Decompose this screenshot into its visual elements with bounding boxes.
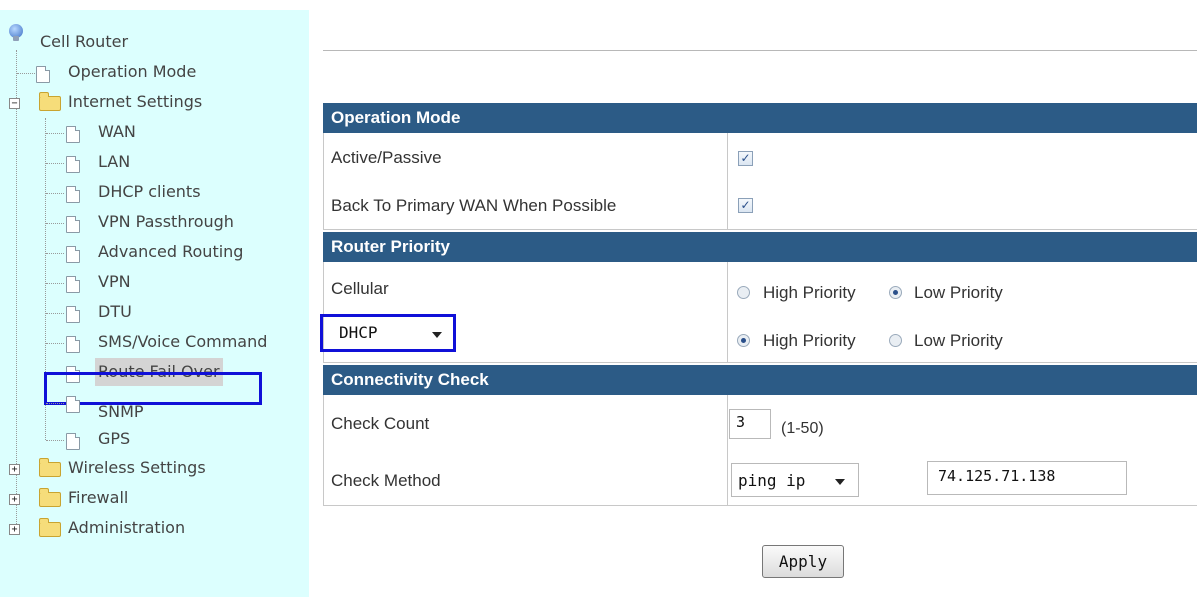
dhcp-high-priority-label: High Priority <box>763 331 856 350</box>
chevron-down-icon <box>835 479 845 485</box>
tree-item-label: Administration <box>68 518 186 537</box>
tree-item-label: Operation Mode <box>68 62 197 81</box>
check-ip-input[interactable]: 74.125.71.138 <box>927 461 1127 495</box>
tree-item-advanced-routing[interactable]: Advanced Routing <box>98 238 243 266</box>
cellular-high-priority-label: High Priority <box>763 283 856 302</box>
page-icon <box>66 396 80 413</box>
row-check-method: Check Method ping ip 74.125.71.138 <box>323 451 1197 506</box>
tree-item-snmp[interactable]: SNMP <box>98 398 144 426</box>
page-icon <box>66 276 80 293</box>
cellular-label: Cellular <box>331 279 389 298</box>
tree-item-label: DTU <box>98 302 132 321</box>
dhcp-low-priority-label: Low Priority <box>914 331 1003 350</box>
tree-item-vpn[interactable]: VPN <box>98 268 131 296</box>
check-count-range: (1-50) <box>781 420 824 437</box>
expand-icon[interactable]: + <box>9 464 20 475</box>
tree-item-label: Firewall <box>68 488 129 507</box>
tree-item-wireless-settings[interactable]: Wireless Settings <box>68 454 206 482</box>
chevron-down-icon <box>432 332 442 338</box>
expand-icon[interactable]: + <box>9 524 20 535</box>
folder-icon <box>39 518 61 537</box>
tree-item-administration[interactable]: Administration <box>68 514 185 542</box>
active-passive-label: Active/Passive <box>331 148 442 167</box>
collapse-icon[interactable]: − <box>9 98 20 109</box>
tree-item-label: SNMP <box>98 402 144 421</box>
tree-item-firewall[interactable]: Firewall <box>68 484 128 512</box>
page-icon <box>66 186 80 203</box>
row-active-passive: Active/Passive ✓ <box>323 133 1197 184</box>
navigation-tree: Cell Router Operation Mode − Internet Se… <box>0 10 309 597</box>
page-icon <box>66 246 80 263</box>
wan-type-select-value: DHCP <box>339 323 378 342</box>
row-check-count: Check Count 3 (1-50) <box>323 395 1197 452</box>
section-header-connectivity-check: Connectivity Check <box>323 365 1197 395</box>
tree-item-wan[interactable]: WAN <box>98 118 136 146</box>
cellular-high-priority-radio[interactable] <box>737 286 750 299</box>
tree-item-dhcp-clients[interactable]: DHCP clients <box>98 178 201 206</box>
row-back-to-primary: Back To Primary WAN When Possible ✓ <box>323 183 1197 230</box>
check-method-value: ping ip <box>738 471 806 490</box>
tree-item-internet-settings[interactable]: Internet Settings <box>68 88 202 116</box>
page-icon <box>66 433 80 450</box>
divider <box>323 50 1197 51</box>
dhcp-low-priority-radio[interactable] <box>889 334 902 347</box>
folder-icon <box>39 488 61 507</box>
tree-item-label: Wireless Settings <box>68 458 206 477</box>
tree-item-dtu[interactable]: DTU <box>98 298 132 326</box>
expand-icon[interactable]: + <box>9 494 20 505</box>
page-icon <box>66 306 80 323</box>
tree-item-label: Advanced Routing <box>98 242 244 261</box>
tree-item-vpn-passthrough[interactable]: VPN Passthrough <box>98 208 234 236</box>
active-passive-checkbox[interactable]: ✓ <box>738 151 753 166</box>
page-icon <box>66 216 80 233</box>
tree-item-label: GPS <box>98 429 131 448</box>
tree-item-label: LAN <box>98 152 131 171</box>
dhcp-high-priority-radio[interactable] <box>737 334 750 347</box>
check-method-select[interactable]: ping ip <box>731 463 859 497</box>
tree-item-label: Internet Settings <box>68 92 203 111</box>
cellular-low-priority-label: Low Priority <box>914 283 1003 302</box>
apply-button[interactable]: Apply <box>762 545 844 578</box>
section-header-router-priority: Router Priority <box>323 232 1197 262</box>
page-icon <box>66 336 80 353</box>
cellular-low-priority-radio[interactable] <box>889 286 902 299</box>
tree-root-label: Cell Router <box>40 32 129 51</box>
folder-icon <box>39 458 61 477</box>
tree-root-cell-router[interactable]: Cell Router <box>40 28 128 56</box>
page-icon <box>66 126 80 143</box>
back-to-primary-checkbox[interactable]: ✓ <box>738 198 753 213</box>
folder-open-icon <box>39 92 61 111</box>
tree-item-operation-mode[interactable]: Operation Mode <box>68 58 196 86</box>
check-count-input[interactable]: 3 <box>729 409 771 439</box>
check-count-label: Check Count <box>331 414 430 433</box>
page-icon <box>36 66 50 83</box>
tree-item-label: WAN <box>98 122 136 141</box>
tree-item-lan[interactable]: LAN <box>98 148 130 176</box>
tree-item-gps[interactable]: GPS <box>98 425 130 453</box>
section-header-operation-mode: Operation Mode <box>323 103 1197 133</box>
tree-item-label: SMS/Voice Command <box>98 332 268 351</box>
tree-item-label: VPN Passthrough <box>98 212 234 231</box>
row-cellular: Cellular High Priority Low Priority <box>323 262 1197 313</box>
back-to-primary-label: Back To Primary WAN When Possible <box>331 196 617 215</box>
tree-item-label: DHCP clients <box>98 182 201 201</box>
tree-item-label: VPN <box>98 272 131 291</box>
router-globe-icon <box>9 24 23 41</box>
wan-type-select[interactable]: DHCP <box>320 314 456 352</box>
check-method-label: Check Method <box>331 471 441 490</box>
tree-item-sms-voice-command[interactable]: SMS/Voice Command <box>98 328 267 356</box>
page-icon <box>66 156 80 173</box>
